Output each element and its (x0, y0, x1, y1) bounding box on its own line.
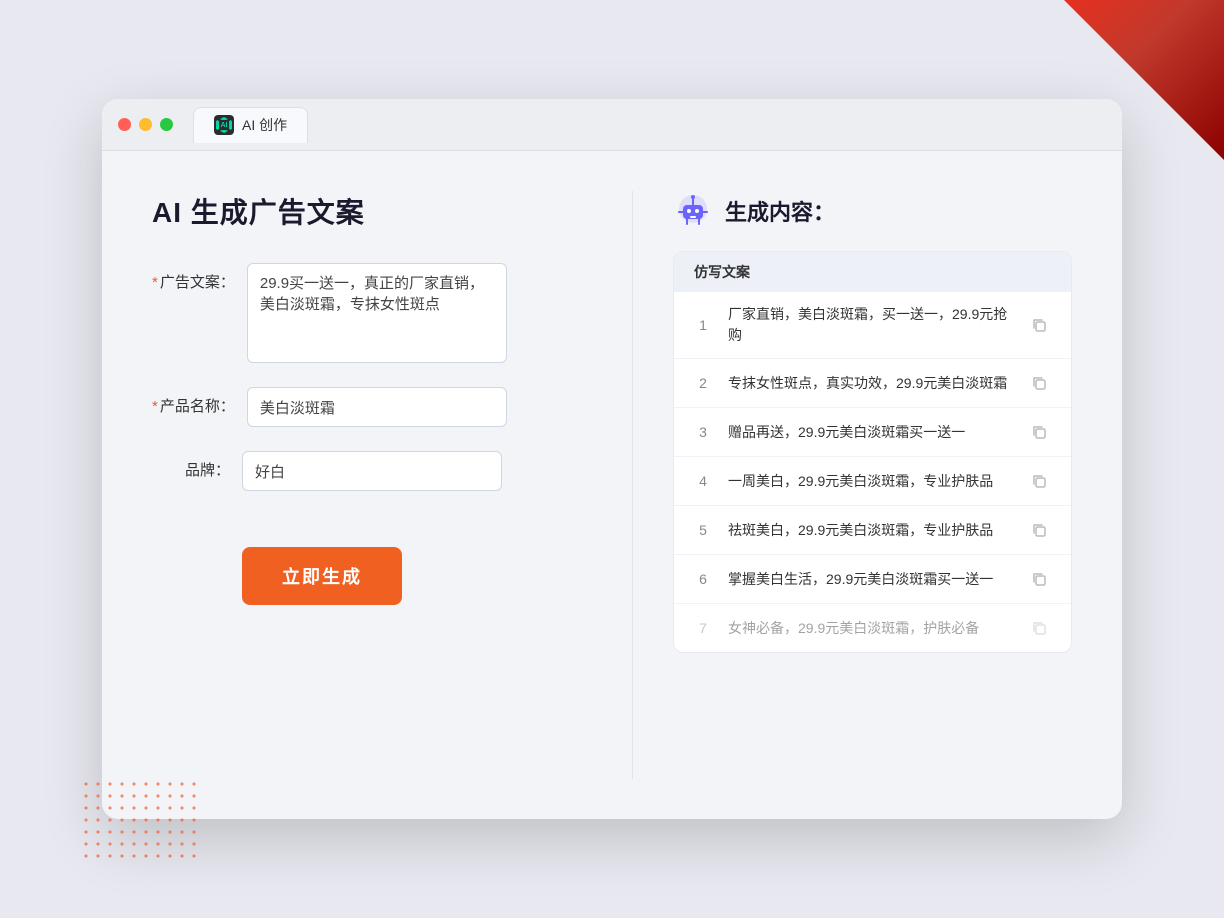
product-name-label: *产品名称： (152, 387, 247, 416)
result-text: 厂家直销，美白淡斑霜，买一送一，29.9元抢购 (728, 304, 1011, 346)
result-text: 祛斑美白，29.9元美白淡斑霜，专业护肤品 (728, 520, 1011, 541)
tab-label: AI 创作 (242, 115, 287, 135)
result-rows-container: 1 厂家直销，美白淡斑霜，买一送一，29.9元抢购 2 专抹女性斑点，真实功效，29… (674, 292, 1071, 652)
copy-icon[interactable] (1027, 469, 1051, 493)
product-name-input[interactable] (247, 387, 507, 427)
result-text: 一周美白，29.9元美白淡斑霜，专业护肤品 (728, 471, 1011, 492)
maximize-button[interactable] (160, 118, 173, 131)
right-header: 生成内容： (673, 191, 1072, 231)
main-content: AI 生成广告文案 *广告文案： 29.9买一送一，真正的厂家直销，美白淡斑霜，… (102, 151, 1122, 819)
result-text: 掌握美白生活，29.9元美白淡斑霜买一送一 (728, 569, 1011, 590)
result-number: 4 (694, 473, 712, 489)
copy-icon[interactable] (1027, 567, 1051, 591)
result-row: 5 祛斑美白，29.9元美白淡斑霜，专业护肤品 (674, 506, 1071, 555)
result-row: 3 赠品再送，29.9元美白淡斑霜买一送一 (674, 408, 1071, 457)
copy-icon[interactable] (1027, 371, 1051, 395)
copy-icon[interactable] (1027, 616, 1051, 640)
copy-icon[interactable] (1027, 420, 1051, 444)
brand-label: 品牌： (152, 451, 242, 480)
result-text: 赠品再送，29.9元美白淡斑霜买一送一 (728, 422, 1011, 443)
result-number: 1 (694, 317, 712, 333)
copy-icon[interactable] (1027, 518, 1051, 542)
bg-decoration-dots (80, 778, 200, 858)
right-title: 生成内容： (725, 195, 835, 227)
panel-divider (632, 191, 633, 779)
traffic-lights (118, 118, 173, 131)
required-star-1: * (152, 274, 158, 291)
result-number: 6 (694, 571, 712, 587)
minimize-button[interactable] (139, 118, 152, 131)
results-container: 仿写文案 1 厂家直销，美白淡斑霜，买一送一，29.9元抢购 2 专抹女性斑点，真实… (673, 251, 1072, 653)
required-star-2: * (152, 398, 158, 415)
result-number: 7 (694, 620, 712, 636)
robot-icon (673, 191, 713, 231)
ad-copy-label: *广告文案： (152, 263, 247, 292)
tab-ai-create[interactable]: AI AI 创作 (193, 107, 308, 143)
brand-row: 品牌： (152, 451, 592, 491)
result-text: 专抹女性斑点，真实功效，29.9元美白淡斑霜 (728, 373, 1011, 394)
ad-copy-input[interactable]: 29.9买一送一，真正的厂家直销，美白淡斑霜，专抹女性斑点 (247, 263, 507, 363)
result-number: 2 (694, 375, 712, 391)
page-title: AI 生成广告文案 (152, 191, 592, 231)
result-row: 1 厂家直销，美白淡斑霜，买一送一，29.9元抢购 (674, 292, 1071, 359)
ai-text: AI (221, 122, 228, 129)
left-panel: AI 生成广告文案 *广告文案： 29.9买一送一，真正的厂家直销，美白淡斑霜，… (152, 191, 592, 779)
browser-chrome: AI AI 创作 (102, 99, 1122, 151)
right-panel: 生成内容： 仿写文案 1 厂家直销，美白淡斑霜，买一送一，29.9元抢购 2 专抹女… (673, 191, 1072, 779)
brand-input[interactable] (242, 451, 502, 491)
result-number: 3 (694, 424, 712, 440)
tab-ai-icon: AI (214, 115, 234, 135)
result-text: 女神必备，29.9元美白淡斑霜，护肤必备 (728, 618, 1011, 639)
result-row: 2 专抹女性斑点，真实功效，29.9元美白淡斑霜 (674, 359, 1071, 408)
close-button[interactable] (118, 118, 131, 131)
product-name-row: *产品名称： (152, 387, 592, 427)
copy-icon[interactable] (1027, 313, 1051, 337)
result-row: 4 一周美白，29.9元美白淡斑霜，专业护肤品 (674, 457, 1071, 506)
result-number: 5 (694, 522, 712, 538)
results-header: 仿写文案 (674, 252, 1071, 292)
result-row: 7 女神必备，29.9元美白淡斑霜，护肤必备 (674, 604, 1071, 652)
ad-copy-row: *广告文案： 29.9买一送一，真正的厂家直销，美白淡斑霜，专抹女性斑点 (152, 263, 592, 363)
generate-button[interactable]: 立即生成 (242, 547, 402, 605)
browser-window: AI AI 创作 AI 生成广告文案 *广告文案： 29.9买一送一，真正的厂家… (102, 99, 1122, 819)
result-row: 6 掌握美白生活，29.9元美白淡斑霜买一送一 (674, 555, 1071, 604)
